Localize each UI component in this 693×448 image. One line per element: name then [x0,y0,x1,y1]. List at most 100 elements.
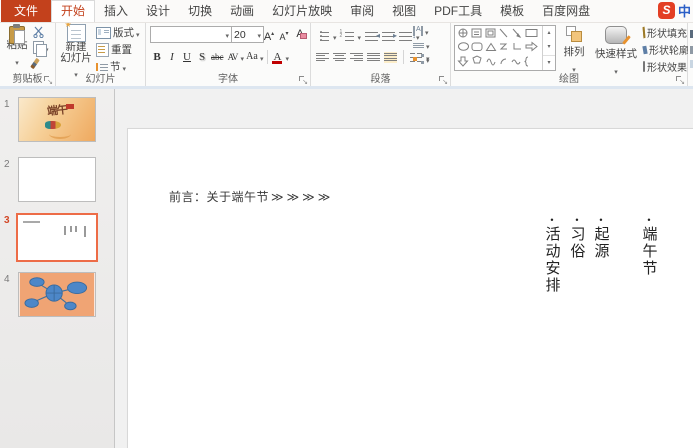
cut-button[interactable] [33,25,53,38]
change-case-button[interactable]: Aa [245,49,259,65]
font-dialog-launcher[interactable] [298,75,308,86]
tab-transitions[interactable]: 切换 [179,0,221,22]
ime-indicator[interactable]: S 中 [657,1,691,20]
char-spacing-caret [241,48,245,66]
ribbon-tab-bar: 文件 开始 插入 设计 切换 动画 幻灯片放映 审阅 视图 PDF工具 模板 百… [0,0,693,23]
ribbon: 粘贴 ▾ ▾ 剪贴板 ↘ ★ 新建 幻灯片 ▾ 版式 ▾ 重置 节 ▾ 幻灯片 … [0,20,693,89]
tab-file[interactable]: 文件 [1,0,52,22]
toc-item-duanwujie[interactable]: • 端午节 [640,214,658,277]
align-right-button[interactable] [350,52,363,63]
text-shadow-button[interactable]: S [195,49,209,65]
toc-item-xisu[interactable]: • 习俗 [568,214,586,260]
increase-indent-button[interactable] [382,31,397,42]
shapes-gallery[interactable]: ▴ ▾ ▾ [454,25,556,71]
slide-3-number: 3 [4,215,10,226]
shapes-scroll-up[interactable]: ▴ [543,26,555,40]
tab-view[interactable]: 视图 [383,0,425,22]
shape-outline-button[interactable]: 形状轮廓 [642,43,689,57]
font-color-button[interactable]: A [271,49,285,65]
font-group: 20 B I U S abc AV Aa A 字体 [146,22,311,86]
tab-pdf-tools[interactable]: PDF工具 [425,0,491,22]
font-size-combo[interactable]: 20 [231,26,264,43]
justify-button[interactable] [367,52,380,63]
mini-toc-mark [64,226,66,235]
reset-button[interactable]: 重置 [96,42,144,57]
paragraph-group-label: 段落 [370,74,391,85]
slide-2-number: 2 [4,159,10,170]
reset-icon [96,42,109,57]
distribute-button[interactable] [384,51,397,63]
slide-1-title-text: 端午 [46,103,68,119]
bullet-icon: • [599,215,603,225]
bold-button[interactable]: B [150,49,164,65]
smartart-caret [426,50,430,68]
align-text-button[interactable] [413,39,447,51]
font-format-row: B I U S abc AV Aa A [150,48,289,65]
numbering-button[interactable] [340,30,354,42]
slide-canvas[interactable]: 前言：关于端午节 ≫≫≫≫ • 端午节 • 起源 • 习俗 • 活动安排 [127,128,693,448]
convert-smartart-button[interactable] [413,53,447,65]
quick-styles-icon [605,26,627,44]
divider [266,49,268,64]
drawing-dialog-launcher[interactable] [675,75,685,86]
slide-3-thumbnail-selected[interactable] [16,213,98,262]
toc-item-qiyuan[interactable]: • 起源 [592,214,610,260]
shape-fill-icon [642,26,646,39]
clipboard-dialog-launcher[interactable] [43,75,53,86]
drawing-group: ▴ ▾ ▾ 排列 快速样式 形状填充 [451,22,689,86]
slide-2-thumbnail[interactable] [18,157,96,202]
bullets-caret [333,27,337,45]
tab-slideshow[interactable]: 幻灯片放映 [263,0,341,22]
slide-1-thumbnail[interactable]: 端午 [18,97,96,142]
tab-home[interactable]: 开始 [51,0,96,22]
change-case-caret [260,48,264,66]
font-group-label: 字体 [218,74,238,85]
clear-formatting-button[interactable] [293,26,307,42]
slide-4-thumbnail[interactable] [18,272,96,317]
paragraph-row-1 [316,27,420,45]
paste-dropdown-caret [15,52,19,70]
paragraph-group: 段落 [311,22,451,86]
tab-template[interactable]: 模板 [491,0,533,22]
decrease-font-size-button[interactable] [277,26,291,42]
tab-baidu-netdisk[interactable]: 百度网盘 [533,0,599,22]
underline-button[interactable]: U [180,49,194,65]
shapes-gallery-icons[interactable] [455,26,542,70]
align-left-button[interactable] [316,52,329,63]
strikethrough-button[interactable]: abc [210,49,225,65]
decrease-indent-button[interactable] [365,31,380,42]
shape-fill-button[interactable]: 形状填充 [642,26,687,40]
line-spacing-button[interactable] [399,31,416,42]
font-name-combo[interactable] [150,26,232,43]
italic-button[interactable]: I [165,49,179,65]
copy-button[interactable] [33,41,53,57]
tab-review[interactable]: 审阅 [341,0,383,22]
align-center-button[interactable] [333,52,346,63]
shapes-scroll-down[interactable]: ▾ [543,40,555,54]
paragraph-dialog-launcher[interactable] [438,75,448,86]
seal-decoration [66,104,74,109]
toc-item-huodonganpai[interactable]: • 活动安排 [543,214,561,294]
format-painter-button[interactable] [30,57,53,70]
tab-design[interactable]: 设计 [137,0,179,22]
text-direction-button[interactable] [413,25,447,37]
slides-mini-buttons: 版式 重置 节 [96,26,144,73]
bullets-button[interactable] [316,30,329,42]
paste-clipboard-icon [9,24,25,44]
shapes-more-button[interactable]: ▾ [543,54,555,70]
diagram-illustration [19,273,95,316]
shape-format-stack: 形状填充 形状轮廓 形状效果 [642,26,689,74]
paste-button[interactable]: 粘贴 [2,24,32,70]
font-name-caret [225,29,229,41]
swirl-decoration [49,129,71,139]
align-text-icon [413,40,424,50]
tab-insert[interactable]: 插入 [95,0,137,22]
intro-text-placeholder[interactable]: 前言：关于端午节 ≫≫≫≫ [169,188,333,205]
mini-toc-mark [75,226,77,232]
layout-button[interactable]: 版式 [96,26,144,39]
tab-animations[interactable]: 动画 [221,0,263,22]
clipboard-mini-buttons [30,25,53,70]
character-spacing-button[interactable]: AV [226,49,240,65]
increase-font-size-button[interactable] [262,26,276,42]
paragraph-stack [413,25,447,65]
